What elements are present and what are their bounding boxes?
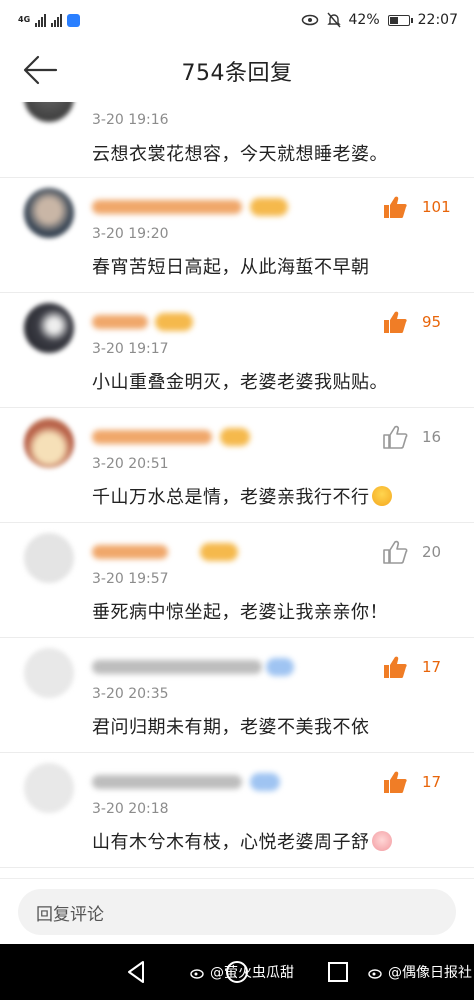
- user-badge: [250, 773, 280, 791]
- pig-emoji-icon: [371, 831, 392, 851]
- thumbs-up-icon: [384, 771, 407, 793]
- watermark-right: @偶像日报社: [368, 962, 472, 982]
- weibo-logo-icon: [368, 969, 382, 979]
- network-type: 4G: [18, 15, 31, 24]
- comment-text-body: 山有木兮木有枝，心悦老婆周子舒: [92, 832, 370, 853]
- thumbs-up-icon: [384, 196, 407, 218]
- back-arrow-icon[interactable]: [20, 52, 60, 88]
- battery-icon: [387, 14, 413, 26]
- user-badge: [220, 428, 250, 446]
- comment-text: 山有木兮木有枝，心悦老婆周子舒: [92, 828, 392, 854]
- comment-text-body: 千山万水总是情，老婆亲我行不行: [92, 487, 370, 508]
- like-button[interactable]: 101: [382, 195, 452, 219]
- comment-item[interactable]: 3-20 20:18 17 山有木兮木有枝，心悦老婆周子舒: [0, 753, 474, 868]
- like-button[interactable]: 20: [382, 540, 452, 564]
- status-bar: 4G 42% 22:07: [0, 0, 474, 40]
- nav-recents-icon[interactable]: [324, 958, 352, 986]
- heart-eyes-emoji-icon: [371, 486, 392, 506]
- thumbs-up-icon: [384, 656, 407, 678]
- comment-time: 3-20 19:17: [92, 341, 169, 357]
- thumbs-up-icon: [384, 311, 407, 333]
- user-badge: [155, 313, 193, 331]
- comment-list[interactable]: 3-20 19:16 云想衣裳花想容，今天就想睡老婆。 3-20 19:20 1…: [0, 102, 474, 878]
- avatar[interactable]: [24, 533, 74, 583]
- status-right: 42% 22:07: [301, 12, 458, 28]
- like-count: 17: [422, 658, 442, 676]
- comment-item[interactable]: 3-20 19:57 20 垂死病中惊坐起，老婆让我亲亲你！: [0, 523, 474, 638]
- comment-item[interactable]: 3-20 20:35 17 君问归期未有期，老婆不美我不依: [0, 638, 474, 753]
- comment-text: 君问归期未有期，老婆不美我不依: [92, 717, 370, 738]
- watermark-right-text: @偶像日报社: [388, 965, 472, 981]
- like-count: 95: [422, 313, 442, 331]
- like-count: 17: [422, 773, 442, 791]
- like-count: 20: [422, 543, 442, 561]
- username-blurred[interactable]: [92, 200, 242, 214]
- comment-text: 小山重叠金明灭，老婆老婆我贴贴。: [92, 372, 388, 393]
- comment-text: 垂死病中惊坐起，老婆让我亲亲你！: [92, 602, 388, 623]
- page-title: 754条回复: [181, 61, 293, 86]
- user-badge: [266, 658, 294, 676]
- username-blurred[interactable]: [92, 430, 212, 444]
- username-blurred[interactable]: [92, 545, 168, 559]
- comment-time: 3-20 19:57: [92, 571, 169, 587]
- like-button[interactable]: 95: [382, 310, 452, 334]
- comment-item[interactable]: 3-20 19:16 云想衣裳花想容，今天就想睡老婆。: [0, 102, 474, 178]
- watermark-left: @萤火虫瓜甜: [190, 962, 294, 982]
- system-nav-bar: @萤火虫瓜甜 @偶像日报社: [0, 944, 474, 1000]
- user-badge: [200, 543, 238, 561]
- comment-time: 3-20 20:51: [92, 456, 169, 472]
- status-left: 4G: [18, 13, 81, 27]
- like-button[interactable]: 17: [382, 770, 452, 794]
- comment-item[interactable]: 3-20 19:20 101 春宵苦短日高起，从此海蜇不早朝: [0, 178, 474, 293]
- battery-percent: 42%: [348, 12, 380, 28]
- avatar[interactable]: [24, 303, 74, 353]
- mute-bell-icon: [326, 12, 341, 28]
- clock: 22:07: [417, 12, 458, 28]
- avatar[interactable]: [24, 648, 74, 698]
- like-count: 16: [422, 428, 442, 446]
- avatar[interactable]: [24, 102, 74, 122]
- comment-item[interactable]: 3-20 19:17 95 小山重叠金明灭，老婆老婆我贴贴。: [0, 293, 474, 408]
- username-blurred[interactable]: [92, 775, 242, 789]
- comment-time: 3-20 20:35: [92, 686, 169, 702]
- header: 754条回复: [0, 40, 474, 102]
- like-count: 101: [422, 198, 451, 216]
- reply-bar: 回复评论: [0, 878, 474, 944]
- comment-text: 千山万水总是情，老婆亲我行不行: [92, 483, 392, 509]
- eye-icon: [301, 14, 318, 26]
- avatar[interactable]: [24, 763, 74, 813]
- reply-placeholder: 回复评论: [36, 904, 104, 925]
- username-blurred[interactable]: [92, 660, 262, 674]
- comment-text: 云想衣裳花想容，今天就想睡老婆。: [92, 144, 388, 165]
- comment-text: 春宵苦短日高起，从此海蜇不早朝: [92, 257, 370, 278]
- weibo-logo-icon: [190, 969, 204, 979]
- thumbs-up-outline-icon: [383, 425, 408, 449]
- comment-time: 3-20 19:16: [92, 112, 169, 128]
- nav-back-icon[interactable]: [122, 958, 150, 986]
- thumbs-up-outline-icon: [383, 540, 408, 564]
- signal-icon: [35, 13, 47, 27]
- comment-time: 3-20 20:18: [92, 801, 169, 817]
- app-notification-icon: [67, 13, 81, 27]
- watermark-left-text: @萤火虫瓜甜: [210, 965, 294, 981]
- like-button[interactable]: 17: [382, 655, 452, 679]
- like-button[interactable]: 16: [382, 425, 452, 449]
- signal-icon-2: [51, 13, 63, 27]
- avatar[interactable]: [24, 418, 74, 468]
- username-blurred[interactable]: [92, 315, 148, 329]
- comment-item[interactable]: 3-20 20:51 16 千山万水总是情，老婆亲我行不行: [0, 408, 474, 523]
- comment-time: 3-20 19:20: [92, 226, 169, 242]
- user-badge: [250, 198, 288, 216]
- reply-input[interactable]: 回复评论: [18, 889, 456, 935]
- avatar[interactable]: [24, 188, 74, 238]
